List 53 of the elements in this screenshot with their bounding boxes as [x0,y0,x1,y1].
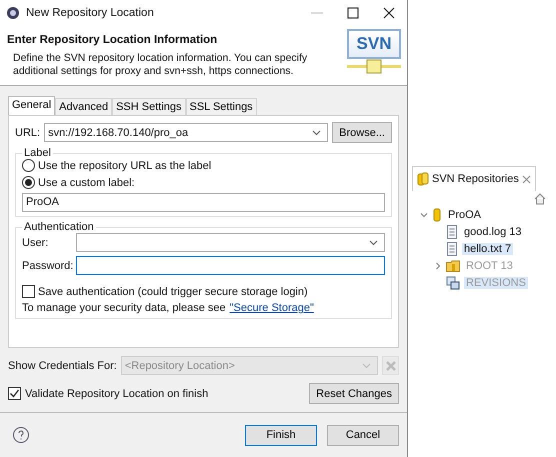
svn-logo: SVN [347,29,401,59]
repository-icon [432,208,442,222]
home-icon[interactable] [534,193,546,205]
dialog-button[interactable]: Finish [245,424,317,446]
chevron-icon [369,240,378,246]
tab[interactable]: General [8,96,56,116]
group-title: Label [23,147,52,159]
page-title: Enter Repository Location Information [7,34,218,46]
close-icon[interactable] [383,6,395,18]
radio-button[interactable] [22,159,35,172]
user-field[interactable] [76,233,385,252]
checkbox-label: Save authentication (could trigger secure storage login) [38,286,308,298]
radio-label: Use the repository URL as the label [38,160,212,172]
revisions-icon [446,276,460,290]
page-description: Define the SVN repository location information. You can specify additional settings for proxy and svn+ssh, https connections. [12,52,308,78]
group-title: Authentication [23,221,95,233]
browse-button[interactable]: Browse... [332,122,392,143]
chevron-icon [312,130,322,136]
radio-button[interactable] [22,176,35,189]
credentials-label: Show Credentials For: [8,360,117,372]
radio-label: Use a custom label: [38,176,135,188]
help-icon[interactable] [12,426,30,444]
maximize-icon[interactable] [347,6,359,18]
window-title: New Repository Location [26,6,154,18]
delete-icon [384,360,396,372]
collapsed-chevron-icon[interactable] [434,262,442,270]
checkbox[interactable] [22,285,35,298]
label-field[interactable]: ProOA [22,193,385,212]
tree-item[interactable]: ProOA [446,208,484,220]
dialog-button[interactable]: Cancel [327,424,399,446]
checkbox[interactable] [8,387,21,400]
checkbox-label: Validate Repository Location on finish [25,388,210,400]
url-label: URL: [15,126,40,138]
tree-item[interactable]: good.log 13 [462,226,524,238]
reset-changes-button[interactable]: Reset Changes [309,383,399,404]
url-field[interactable]: svn://192.168.70.140/pro_oa [44,123,328,142]
connector-icon [347,59,401,75]
tab[interactable]: Advanced [55,98,112,116]
repository-icon [417,172,429,186]
folder-icon [446,260,460,272]
tab[interactable]: SSL Settings [186,98,257,116]
password-field[interactable] [76,256,385,275]
note-text: To manage your security data, please see [22,302,226,314]
tree-item[interactable]: hello.txt 7 [462,242,514,254]
password-label: Password: [22,260,72,272]
file-icon [446,242,458,256]
secure-storage-link[interactable]: "Secure Storage" [230,302,314,314]
tab[interactable]: SSH Settings [112,98,186,116]
expanded-chevron-icon[interactable] [420,210,428,218]
user-label: User: [22,236,50,248]
chevron-icon [362,362,371,368]
app-icon [6,6,20,20]
file-icon [446,224,458,238]
